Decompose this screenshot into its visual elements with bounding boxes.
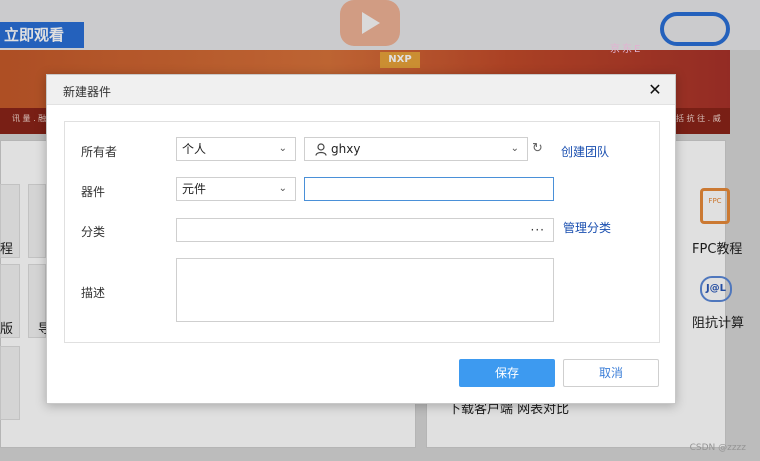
refresh-icon[interactable]: ↻ — [532, 141, 543, 156]
chevron-down-icon: ⌄ — [278, 143, 287, 154]
new-device-dialog: 新建器件 ✕ 所有者 个人 ⌄ ghxy ⌄ ↻ 创建团队 器件 元件 ⌄ 分类… — [46, 74, 676, 404]
device-type-value: 元件 — [182, 182, 207, 196]
create-team-link[interactable]: 创建团队 — [561, 143, 609, 160]
owner-user-select[interactable]: ghxy ⌄ — [304, 137, 528, 161]
owner-type-value: 个人 — [182, 142, 207, 156]
dialog-title: 新建器件 — [63, 85, 112, 99]
save-button[interactable]: 保存 — [459, 359, 555, 387]
more-icon[interactable]: ··· — [531, 219, 545, 241]
close-icon[interactable]: ✕ — [645, 80, 665, 100]
manage-category-link[interactable]: 管理分类 — [563, 219, 611, 236]
owner-user-value: ghxy — [331, 142, 361, 156]
device-name-input[interactable] — [304, 177, 554, 201]
owner-label: 所有者 — [81, 145, 118, 159]
description-label: 描述 — [81, 286, 106, 300]
owner-type-select[interactable]: 个人 ⌄ — [176, 137, 296, 161]
category-select[interactable]: ··· — [176, 218, 554, 242]
description-textarea[interactable] — [176, 258, 554, 322]
category-label: 分类 — [81, 225, 106, 239]
user-icon — [315, 143, 327, 156]
chevron-down-icon: ⌄ — [510, 143, 519, 154]
cancel-button[interactable]: 取消 — [563, 359, 659, 387]
dialog-header: 新建器件 ✕ — [47, 75, 675, 105]
device-label: 器件 — [81, 185, 106, 199]
chevron-down-icon: ⌄ — [278, 183, 287, 194]
device-type-select[interactable]: 元件 ⌄ — [176, 177, 296, 201]
